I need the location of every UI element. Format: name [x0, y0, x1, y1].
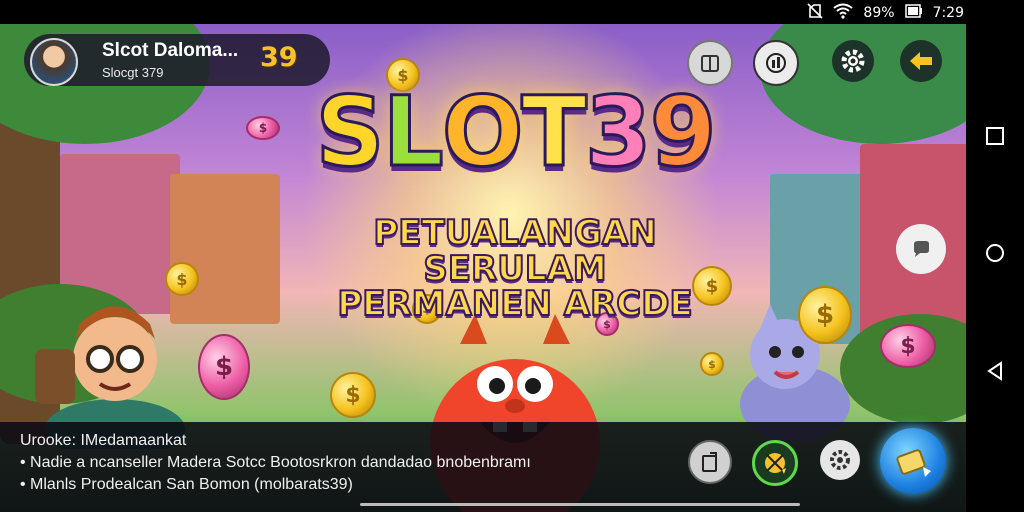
leaderboard-button[interactable]: [753, 40, 799, 86]
title-letter: 9: [648, 76, 718, 188]
gold-coin: $: [700, 352, 724, 376]
clock: 7:29: [932, 5, 964, 21]
recents-button[interactable]: [985, 126, 1005, 146]
gold-coin: $: [798, 286, 852, 344]
title-letter: O: [440, 76, 525, 188]
chat-bubble-icon: [914, 241, 929, 257]
player-name: Slcot Daloma...: [102, 40, 239, 61]
subtitle-line-2: PERMANEN ARCDE: [336, 284, 693, 325]
pink-coin: $: [880, 324, 936, 368]
status-bar: 89% 7:29: [0, 0, 1024, 24]
game-title-logo: SLOT39: [300, 76, 730, 188]
gesture-bar: [360, 503, 800, 506]
share-icon: [702, 452, 717, 472]
wifi-icon: [833, 3, 854, 23]
lucky-wheel-icon: [765, 453, 786, 474]
back-nav-button[interactable]: [985, 361, 1005, 381]
pink-coin: $: [246, 116, 280, 140]
info-line-3: • Mlanls Prodealcan San Bomon (molbarats…: [20, 476, 353, 493]
subtitle-line-1: PETUALANGAN SERULAM: [372, 213, 657, 289]
back-button[interactable]: [900, 40, 942, 82]
pink-coin: $: [198, 334, 250, 400]
lucky-wheel-button[interactable]: [752, 440, 798, 486]
home-button[interactable]: [985, 243, 1005, 263]
title-letter: T: [520, 76, 589, 188]
back-arrow-icon: [910, 52, 932, 70]
square-icon: [986, 127, 1004, 145]
title-letter: S: [314, 76, 386, 188]
info-panel: Urooke: IMedamaankat • Nadie a ncanselle…: [0, 422, 966, 512]
play-ticket-icon: [896, 449, 931, 477]
title-letter: 3: [583, 76, 653, 188]
gear-icon: [830, 450, 850, 470]
player-subtitle: Slocgt 379: [102, 65, 164, 80]
title-letter: L: [381, 76, 445, 188]
play-button[interactable]: [880, 428, 946, 494]
player-level: 39: [260, 42, 298, 73]
battery-text: 89%: [863, 5, 895, 21]
system-nav-bar: [966, 24, 1024, 512]
gear-icon: [841, 49, 865, 73]
inventory-button[interactable]: [687, 40, 733, 86]
no-sim-icon: [807, 3, 823, 23]
chat-button[interactable]: [896, 224, 946, 274]
gold-coin: $: [165, 262, 199, 296]
info-line-1: Urooke: IMedamaankat: [20, 432, 187, 449]
gold-coin: $: [330, 372, 376, 418]
info-text: Urooke: IMedamaankat • Nadie a ncanselle…: [20, 430, 531, 496]
inventory-icon: [701, 55, 719, 72]
game-subtitle: PETUALANGAN SERULAM PERMANEN ARCDE: [295, 213, 735, 325]
battery-icon: [904, 4, 923, 22]
info-line-2: • Nadie a ncanseller Madera Sotcc Bootos…: [20, 454, 531, 471]
player-profile[interactable]: Slcot Daloma... Slocgt 379 39: [24, 34, 330, 86]
leaderboard-icon: [766, 53, 786, 73]
settings-button-bottom[interactable]: [820, 440, 860, 480]
share-button[interactable]: [688, 440, 732, 484]
triangle-back-icon: [987, 361, 1002, 381]
settings-button[interactable]: [832, 40, 874, 82]
circle-icon: [986, 244, 1004, 262]
avatar[interactable]: [30, 38, 78, 86]
